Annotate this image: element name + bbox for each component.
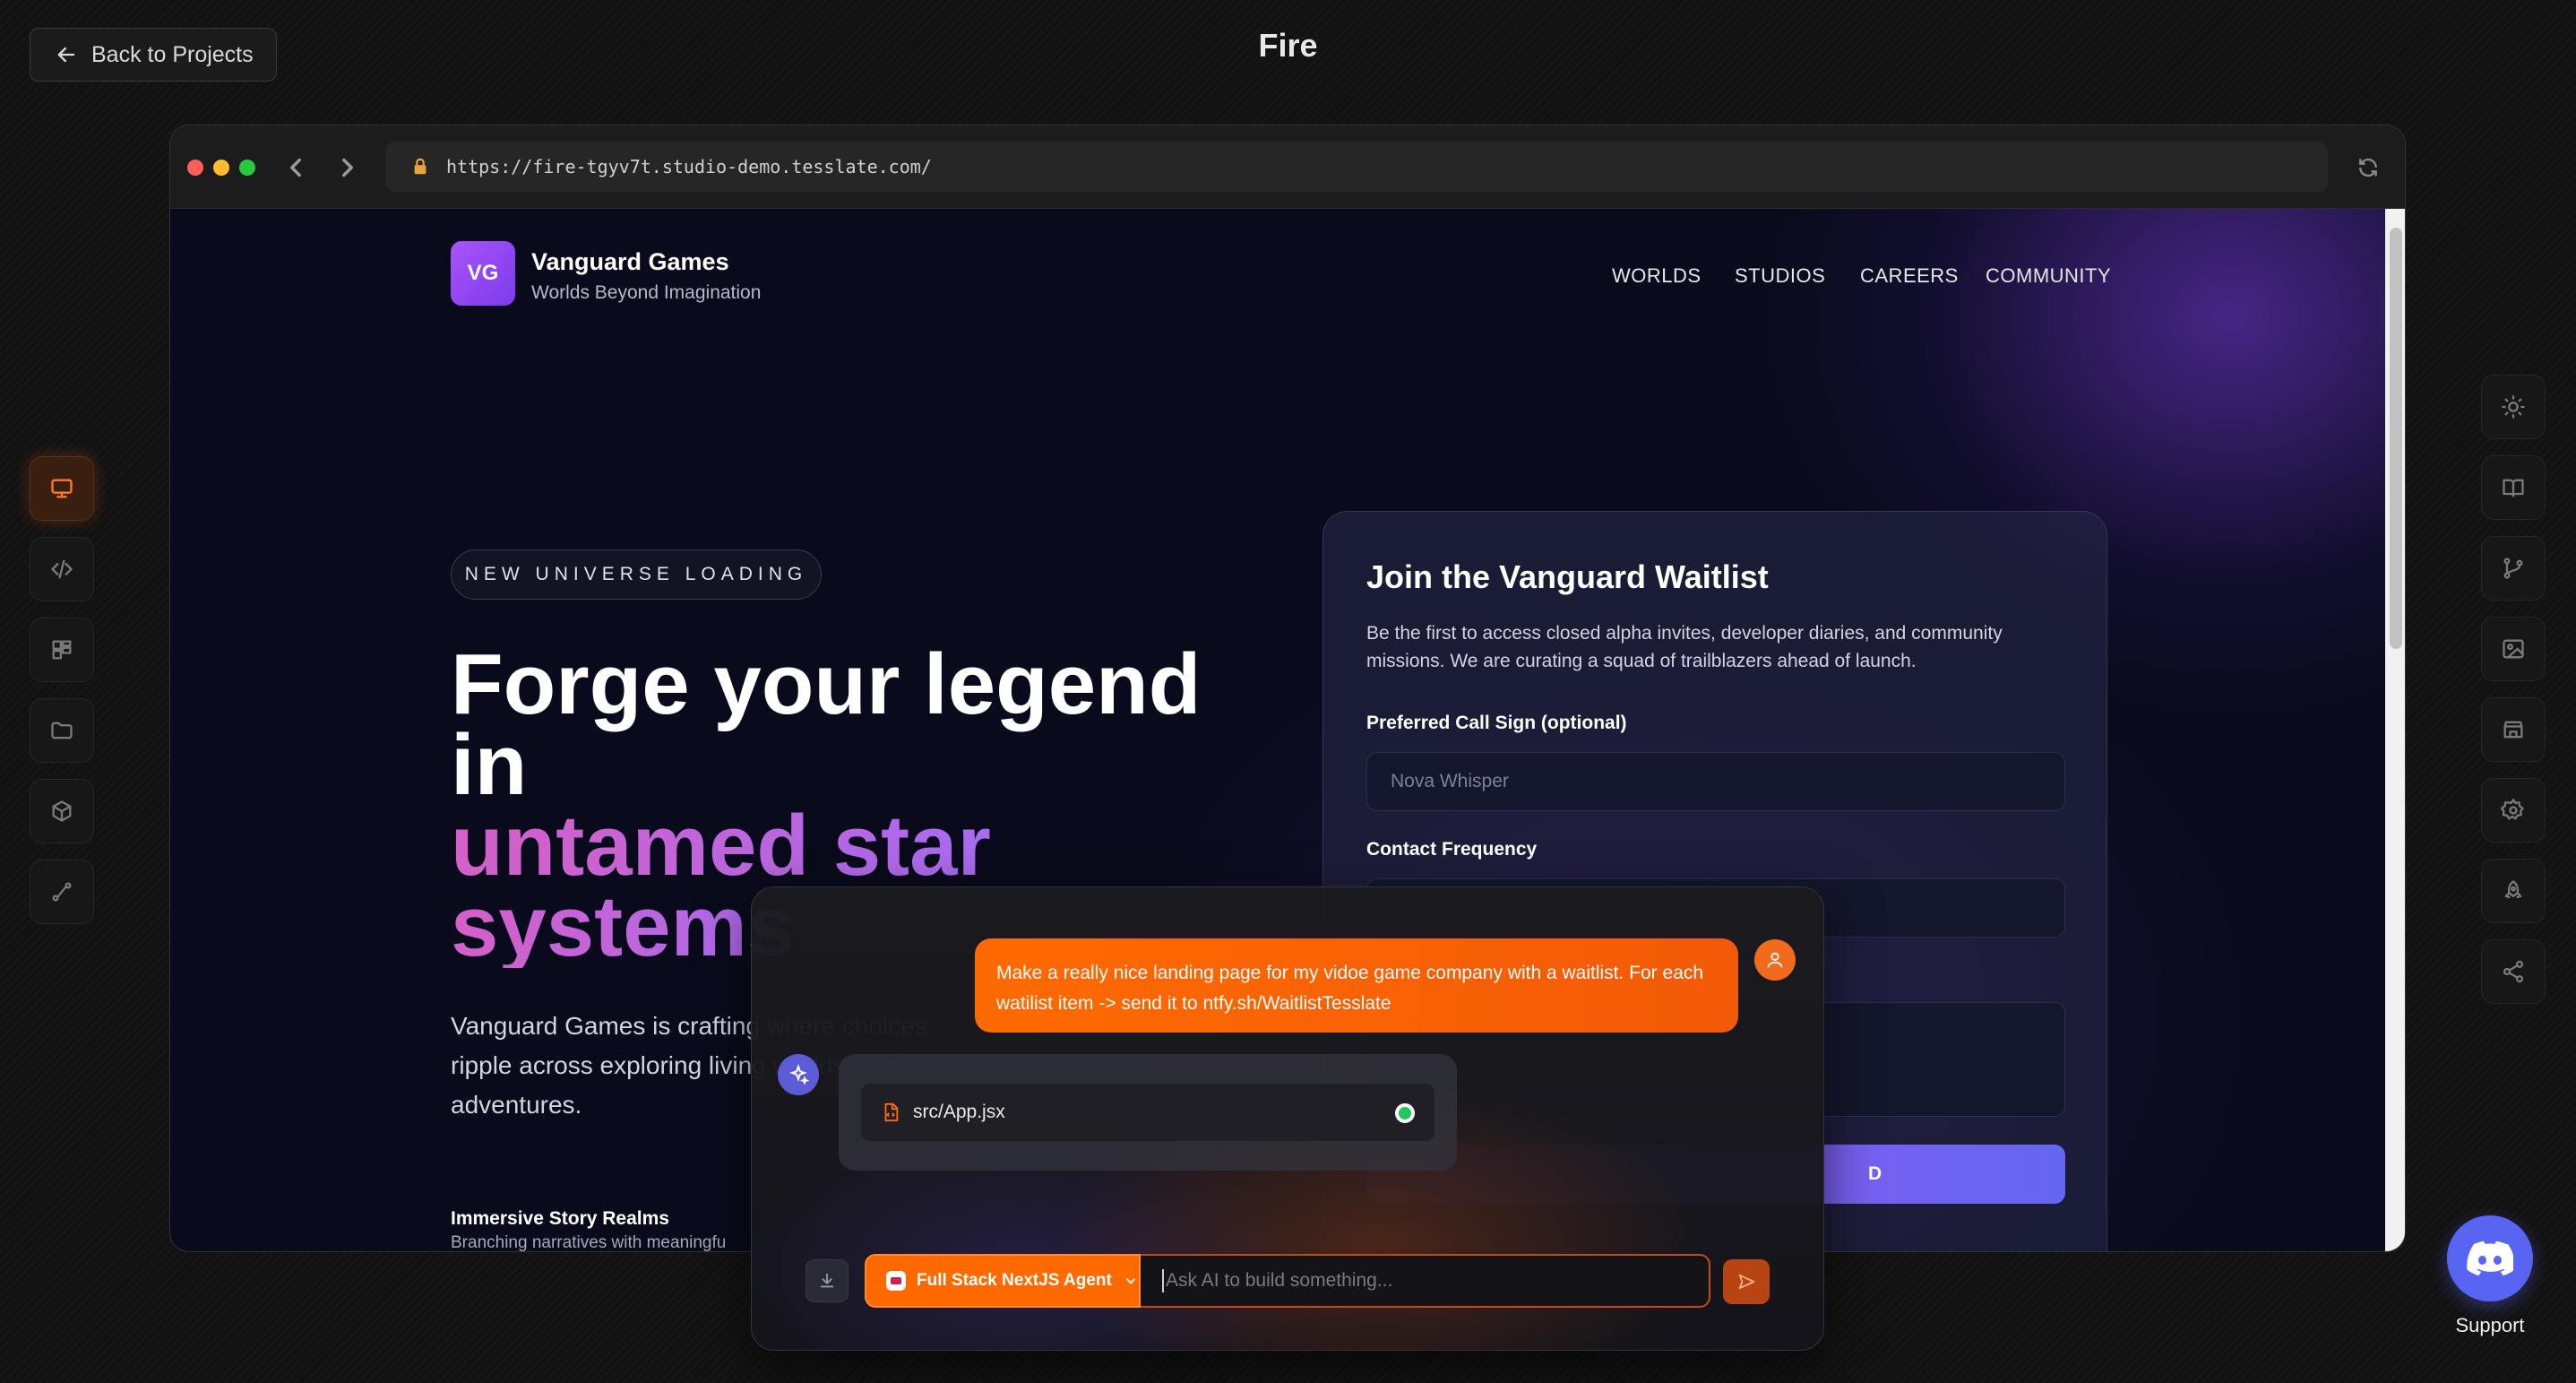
- waitlist-description: Be the first to access closed alpha invi…: [1366, 623, 2003, 671]
- agent-label: Full Stack NextJS Agent: [917, 1271, 1112, 1290]
- images-button[interactable]: [2481, 617, 2546, 681]
- site-nav-community[interactable]: COMMUNITY: [1986, 264, 2111, 288]
- chevron-right-icon: [342, 158, 353, 177]
- callsign-label: Preferred Call Sign (optional): [1366, 713, 1627, 733]
- preview-scrollbar-thumb[interactable]: [2390, 228, 2402, 649]
- contact-frequency-label: Contact Frequency: [1366, 839, 1538, 860]
- arrow-left-icon: [57, 47, 75, 63]
- support-button[interactable]: [2447, 1215, 2533, 1301]
- browser-forward-button[interactable]: [332, 152, 363, 183]
- window-maximize-dot[interactable]: [239, 160, 255, 176]
- code-view-button[interactable]: [30, 537, 94, 601]
- site-brand-name: Vanguard Games: [531, 248, 729, 275]
- feature-title: Immersive Story Realms: [451, 1208, 669, 1229]
- back-to-projects-label: Back to Projects: [91, 41, 254, 67]
- agent-selector[interactable]: Full Stack NextJS Agent: [865, 1254, 1141, 1308]
- share-icon: [2503, 960, 2524, 983]
- share-button[interactable]: [2481, 939, 2546, 1004]
- project-title: Fire: [1258, 27, 1318, 64]
- file-name: src/App.jsx: [913, 1102, 1005, 1122]
- file-change-item[interactable]: src/App.jsx: [861, 1084, 1434, 1141]
- settings-button[interactable]: [2481, 778, 2546, 843]
- callsign-input[interactable]: Nova Whisper: [1366, 752, 2065, 811]
- refresh-icon: [2359, 158, 2377, 177]
- send-button[interactable]: [1723, 1259, 1770, 1304]
- code-icon: [51, 559, 73, 579]
- kanban-icon: [52, 640, 72, 660]
- site-logo[interactable]: VG: [451, 241, 515, 306]
- sun-icon: [2502, 395, 2525, 419]
- preview-view-button[interactable]: [30, 456, 94, 521]
- files-view-button[interactable]: [30, 698, 94, 763]
- folder-icon: [51, 722, 73, 739]
- ai-chat-panel: Make a really nice landing page for my v…: [751, 886, 1824, 1351]
- reload-button[interactable]: [2356, 156, 2380, 179]
- download-icon: [820, 1273, 834, 1288]
- marketplace-button[interactable]: [2481, 697, 2546, 762]
- ask-ai-placeholder: Ask AI to build something...: [1166, 1270, 1393, 1291]
- back-to-projects-button[interactable]: Back to Projects: [30, 28, 277, 82]
- user-message: Make a really nice landing page for my v…: [975, 938, 1738, 1033]
- hero-title-line-2: in: [451, 717, 528, 813]
- flow-view-button[interactable]: [30, 860, 94, 924]
- browser-back-button[interactable]: [280, 152, 311, 183]
- window-close-dot[interactable]: [187, 160, 203, 176]
- text-caret: [1162, 1269, 1164, 1292]
- hero-title-line-3: untamed star: [451, 798, 991, 894]
- support-label: Support: [2455, 1314, 2525, 1336]
- kanban-view-button[interactable]: [30, 618, 94, 682]
- ask-ai-input[interactable]: Ask AI to build something...: [1141, 1254, 1710, 1308]
- file-code-icon: [884, 1102, 899, 1122]
- git-branch-icon: [2503, 558, 2523, 579]
- assets-view-button[interactable]: [30, 779, 94, 843]
- user-avatar: [1754, 939, 1796, 981]
- site-nav-worlds[interactable]: WORLDS: [1612, 264, 1702, 288]
- file-status-indicator: [1395, 1103, 1415, 1123]
- site-brand-tagline: Worlds Beyond Imagination: [531, 282, 762, 303]
- feature-subtitle: Branching narratives with meaningfu: [451, 1233, 727, 1252]
- hero-title-line-1: Forge your legend: [451, 636, 1202, 732]
- box-icon: [52, 800, 72, 822]
- store-icon: [2503, 721, 2523, 739]
- chevron-down-icon: [1125, 1278, 1136, 1284]
- git-button[interactable]: [2481, 536, 2546, 601]
- sparkles-icon: [788, 1064, 809, 1085]
- site-nav-careers[interactable]: CAREERS: [1860, 264, 1959, 288]
- download-button[interactable]: [806, 1259, 849, 1302]
- window-minimize-dot[interactable]: [213, 160, 229, 176]
- chevron-left-icon: [290, 158, 301, 177]
- browser-toolbar: https://fire-tgyv7t.studio-demo.tesslate…: [170, 125, 2405, 209]
- ai-response: src/App.jsx: [839, 1054, 1457, 1171]
- user-icon: [1767, 952, 1783, 968]
- route-icon: [52, 882, 72, 902]
- rocket-icon: [2504, 880, 2522, 899]
- lock-icon: [414, 158, 426, 175]
- gear-icon: [2501, 799, 2524, 820]
- monitor-icon: [51, 479, 73, 498]
- waitlist-title: Join the Vanguard Waitlist: [1366, 558, 1769, 595]
- image-icon: [2503, 639, 2524, 659]
- ai-avatar: [778, 1054, 819, 1095]
- hero-badge: NEW UNIVERSE LOADING: [451, 549, 822, 600]
- send-icon: [1738, 1274, 1755, 1290]
- hero-title-line-4: systems: [451, 878, 796, 974]
- book-icon: [2503, 479, 2524, 497]
- url-text: https://fire-tgyv7t.studio-demo.tesslate…: [446, 156, 932, 177]
- url-bar[interactable]: https://fire-tgyv7t.studio-demo.tesslate…: [385, 142, 2328, 192]
- docs-button[interactable]: [2481, 455, 2546, 520]
- bot-icon: [886, 1271, 906, 1291]
- discord-icon: [2467, 1240, 2513, 1276]
- theme-toggle-button[interactable]: [2481, 375, 2546, 439]
- site-nav-studios[interactable]: STUDIOS: [1735, 264, 1825, 288]
- deploy-button[interactable]: [2481, 859, 2546, 923]
